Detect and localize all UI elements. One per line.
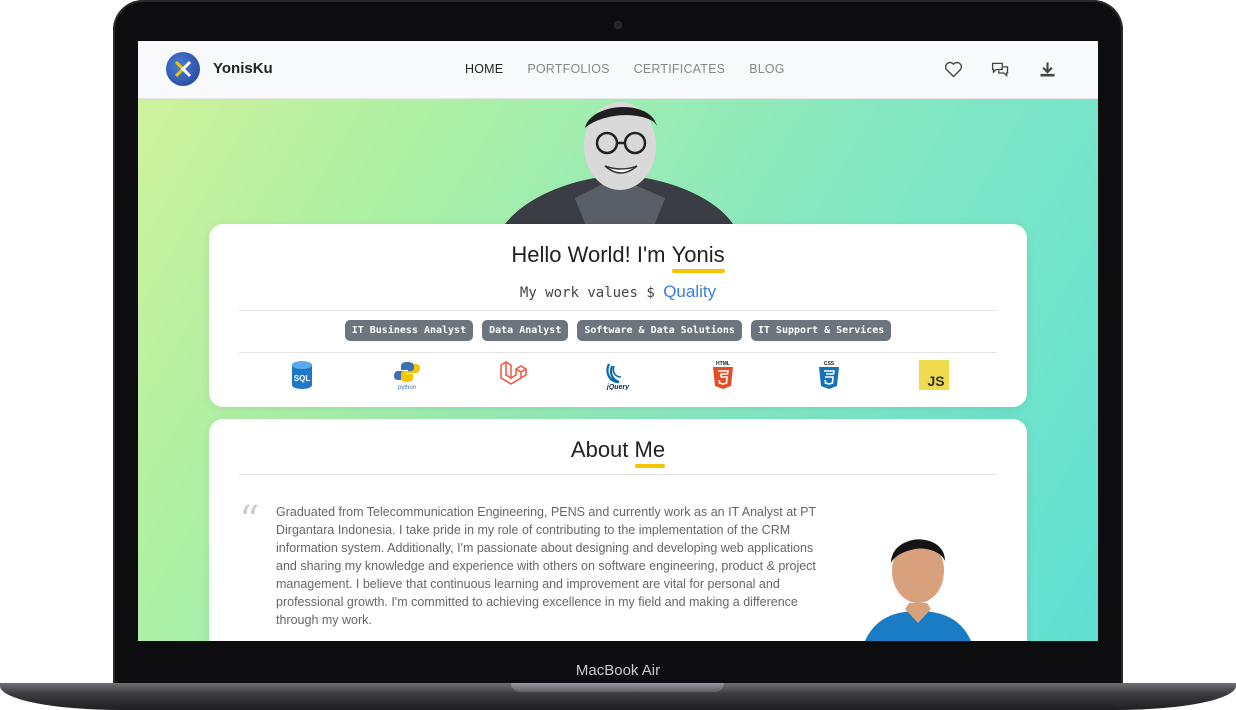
laptop-screen: YonisKu HOME PORTFOLIOS CERTIFICATES BLO… bbox=[138, 41, 1098, 641]
divider bbox=[239, 310, 997, 311]
about-title-plain: About bbox=[570, 437, 635, 462]
laptop-hinge-notch bbox=[511, 683, 724, 692]
html5-icon: HTML bbox=[707, 359, 739, 391]
greeting-text: Hello World! I'm bbox=[511, 242, 672, 267]
heart-icon[interactable] bbox=[943, 59, 964, 80]
role-badge: Data Analyst bbox=[482, 320, 569, 341]
divider bbox=[239, 474, 997, 475]
svg-text:HTML: HTML bbox=[716, 361, 730, 367]
menu-item-portfolios[interactable]: PORTFOLIOS bbox=[527, 62, 609, 76]
svg-text:python: python bbox=[398, 385, 416, 390]
nav-actions bbox=[943, 59, 1058, 80]
chat-icon[interactable] bbox=[990, 59, 1011, 80]
about-card: About Me “ Graduated from Telecommunicat… bbox=[209, 419, 1027, 641]
name-highlight: Yonis bbox=[671, 242, 725, 273]
quote-icon: “ bbox=[239, 498, 260, 544]
device-label: MacBook Air bbox=[575, 662, 661, 679]
about-title-highlight: Me bbox=[634, 437, 666, 468]
values-word: Quality bbox=[663, 282, 717, 301]
work-values: My work values $ Quality bbox=[209, 282, 1027, 302]
role-badge: IT Support & Services bbox=[750, 320, 892, 341]
profile-illustration bbox=[505, 98, 733, 224]
role-badges: IT Business Analyst Data Analyst Softwar… bbox=[209, 320, 1027, 341]
svg-text:jQuery: jQuery bbox=[606, 384, 630, 390]
menu-item-home[interactable]: HOME bbox=[465, 62, 503, 76]
laravel-icon bbox=[497, 359, 529, 391]
intro-heading: Hello World! I'm Yonis bbox=[209, 242, 1027, 273]
divider bbox=[239, 352, 997, 353]
values-prefix: My work values $ bbox=[519, 285, 664, 301]
main-menu: HOME PORTFOLIOS CERTIFICATES BLOG bbox=[465, 62, 785, 76]
python-icon: python bbox=[391, 359, 423, 391]
svg-text:JS: JS bbox=[928, 373, 945, 389]
menu-item-certificates[interactable]: CERTIFICATES bbox=[634, 62, 726, 76]
sql-icon: SQL bbox=[286, 359, 318, 391]
jquery-icon: jQuery bbox=[602, 359, 634, 391]
role-badge: IT Business Analyst bbox=[344, 320, 474, 341]
camera-icon bbox=[615, 22, 621, 28]
about-heading: About Me bbox=[209, 437, 1027, 468]
menu-item-blog[interactable]: BLOG bbox=[749, 62, 785, 76]
download-icon[interactable] bbox=[1037, 59, 1058, 80]
navbar: YonisKu HOME PORTFOLIOS CERTIFICATES BLO… bbox=[138, 41, 1098, 99]
role-badge: Software & Data Solutions bbox=[577, 320, 742, 341]
svg-text:SQL: SQL bbox=[293, 374, 310, 383]
brand-name[interactable]: YonisKu bbox=[213, 60, 273, 77]
svg-text:CSS: CSS bbox=[824, 361, 835, 367]
tech-stack: SQL python jQuery HTML CSS JS bbox=[209, 359, 1027, 391]
intro-card: Hello World! I'm Yonis My work values $ … bbox=[209, 224, 1027, 407]
css3-icon: CSS bbox=[813, 359, 845, 391]
portrait-photo bbox=[865, 523, 971, 641]
javascript-icon: JS bbox=[918, 359, 950, 391]
logo-icon[interactable] bbox=[166, 52, 200, 86]
about-paragraph: Graduated from Telecommunication Enginee… bbox=[276, 505, 816, 627]
